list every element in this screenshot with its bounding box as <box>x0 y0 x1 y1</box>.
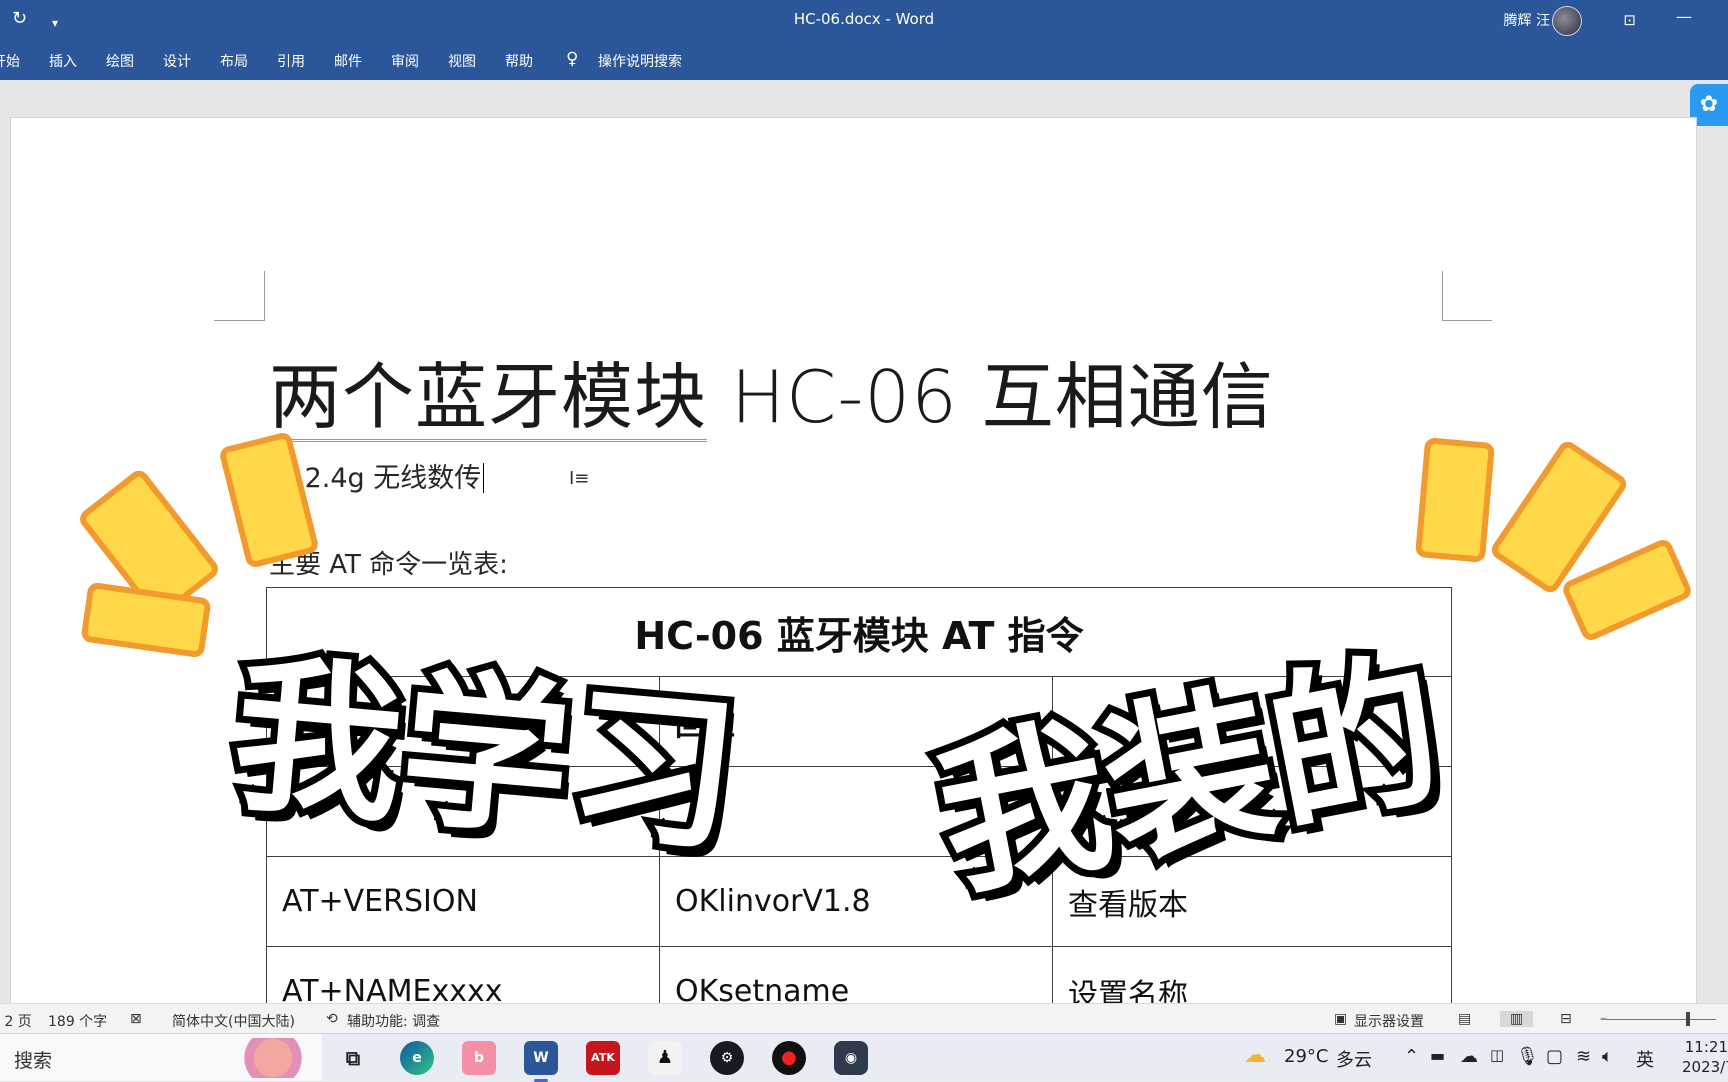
qq-icon[interactable]: ♟ <box>648 1041 682 1075</box>
table-cell[interactable] <box>266 766 660 857</box>
atk-xcom-icon[interactable]: ATK <box>586 1041 620 1075</box>
taskbar: 搜索 ⧉ e b W ATK ♟ ⚙ ● ◉ ☁ 29°C 多云 ⌃ ▬ ☁ ◫… <box>0 1033 1728 1082</box>
tab-draw[interactable]: 绘图 <box>106 51 134 71</box>
weather-cloud-icon[interactable]: ☁ <box>1244 1043 1266 1068</box>
tab-mailings[interactable]: 邮件 <box>334 51 362 71</box>
title-bar: ↻ ▾ HC-06.docx - Word 腾辉 汪 ⊡ — <box>0 0 1728 40</box>
avatar[interactable] <box>1552 6 1582 36</box>
table-intro[interactable]: 主要 AT 命令一览表: <box>269 544 508 581</box>
recorder-icon[interactable]: ● <box>772 1041 806 1075</box>
table-cell[interactable]: 回应 <box>659 676 1053 767</box>
accessibility-status[interactable]: 辅助功能: 调查 <box>347 1011 440 1031</box>
table-cell[interactable]: OKlinvorV1.8 <box>659 856 1053 947</box>
ribbon-display-icon[interactable]: ⊡ <box>1623 9 1636 31</box>
heading-underlined-part: 两个蓝牙模块 <box>269 355 708 442</box>
table-row: AT+VERSION OKlinvorV1.8 查看版本 <box>266 856 1452 947</box>
crop-mark <box>214 320 264 321</box>
wifi-icon[interactable]: ≋ <box>1576 1046 1591 1067</box>
crop-mark <box>264 271 265 321</box>
device-icon[interactable]: ◫ <box>1490 1046 1504 1064</box>
weather-description[interactable]: 多云 <box>1336 1046 1372 1072</box>
accessibility-icon: ⟲ <box>326 1011 338 1027</box>
language-indicator[interactable]: 简体中文(中国大陆) <box>172 1011 295 1031</box>
tab-view[interactable]: 视图 <box>448 51 476 71</box>
crop-mark <box>1442 271 1443 321</box>
tray-chevron-up-icon[interactable]: ⌃ <box>1404 1046 1419 1067</box>
edge-browser-icon[interactable]: e <box>400 1041 434 1075</box>
table-cell[interactable] <box>266 676 660 767</box>
tab-insert[interactable]: 插入 <box>49 51 77 71</box>
clock-time: 11:21 <box>1684 1038 1728 1056</box>
microphone-icon[interactable]: 🎙︎ <box>1516 1046 1539 1067</box>
tab-home[interactable]: 开始 <box>0 51 20 71</box>
text-caret <box>483 463 485 493</box>
zoom-slider-thumb[interactable] <box>1686 1012 1690 1026</box>
table-cell[interactable] <box>1052 676 1452 767</box>
document-subtitle[interactable]: 替 2.4g 无线数传 <box>269 456 485 495</box>
word-count[interactable]: 189 个字 <box>48 1011 107 1031</box>
table-cell[interactable]: AT+VERSION <box>266 856 660 947</box>
zoom-slider[interactable] <box>1606 1019 1716 1020</box>
onedrive-icon[interactable]: ☁ <box>1460 1046 1478 1067</box>
tab-references[interactable]: 引用 <box>277 51 305 71</box>
print-layout-icon[interactable]: ▥ <box>1500 1011 1534 1027</box>
clock-date: 2023/7 <box>1682 1058 1728 1076</box>
lightbulb-icon[interactable]: ♀ <box>566 49 578 69</box>
document-heading[interactable]: 两个蓝牙模块 HC-06 互相通信 <box>269 338 1274 443</box>
task-view-icon[interactable]: ⧉ <box>336 1041 370 1075</box>
table-row <box>266 766 1452 857</box>
bilibili-icon[interactable]: b <box>462 1041 496 1075</box>
minimize-icon[interactable]: — <box>1676 6 1692 28</box>
volume-icon[interactable]: 🔈︎ <box>1602 1046 1613 1067</box>
word-app-icon[interactable]: W <box>524 1041 558 1082</box>
webcam-icon[interactable]: ◉ <box>834 1041 868 1075</box>
table-cell[interactable]: 查看版本 <box>1052 856 1452 947</box>
web-layout-icon[interactable]: ⊟ <box>1560 1011 1572 1027</box>
status-bar: 第 2 页 189 个字 ⊠ 简体中文(中国大陆) ⟲ 辅助功能: 调查 ▣ 显… <box>0 1003 1728 1034</box>
tab-help[interactable]: 帮助 <box>505 51 533 71</box>
at-command-table[interactable]: HC-06 蓝牙模块 AT 指令 回应 AT+VERSION OKlinvorV… <box>266 587 1452 1017</box>
ime-indicator[interactable]: 英 <box>1636 1046 1654 1072</box>
table-cell[interactable] <box>659 766 1053 857</box>
display-settings[interactable]: 显示器设置 <box>1354 1011 1424 1031</box>
ibeam-cursor-icon: I≡ <box>569 468 590 489</box>
crop-mark <box>1442 320 1492 321</box>
search-input[interactable]: 搜索 <box>14 1046 52 1073</box>
weather-temperature[interactable]: 29°C <box>1284 1046 1328 1067</box>
tab-review[interactable]: 审阅 <box>391 51 419 71</box>
brain-decoration-icon <box>230 1038 316 1078</box>
user-name[interactable]: 腾辉 汪 <box>1504 10 1550 30</box>
page-indicator[interactable]: 第 2 页 <box>0 1011 32 1031</box>
tell-me-search[interactable]: 操作说明搜索 <box>598 51 682 71</box>
steam-icon[interactable]: ⚙ <box>710 1041 744 1075</box>
heading-rest: HC-06 互相通信 <box>707 355 1274 439</box>
battery-icon[interactable]: ▬ <box>1430 1046 1445 1065</box>
tab-design[interactable]: 设计 <box>163 51 191 71</box>
proofing-icon[interactable]: ⊠ <box>130 1011 142 1027</box>
table-caption[interactable]: HC-06 蓝牙模块 AT 指令 <box>266 587 1452 677</box>
table-cell[interactable] <box>1052 766 1452 857</box>
document-page[interactable]: 两个蓝牙模块 HC-06 互相通信 替 2.4g 无线数传 I≡ 主要 AT 命… <box>10 117 1697 1017</box>
ribbon-tabs: 开始 插入 绘图 设计 布局 引用 邮件 审阅 视图 帮助 ♀ 操作说明搜索 <box>0 40 1728 80</box>
display-settings-icon: ▣ <box>1334 1011 1348 1027</box>
meet-icon[interactable]: ▢ <box>1546 1046 1563 1067</box>
system-clock[interactable]: 11:21 2023/7 <box>1682 1037 1728 1077</box>
tab-layout[interactable]: 布局 <box>220 51 248 71</box>
subtitle-text: 2.4g 无线数传 <box>296 463 482 494</box>
document-title: HC-06.docx - Word <box>793 10 935 28</box>
taskbar-search[interactable]: 搜索 <box>0 1034 322 1081</box>
read-mode-icon[interactable]: ▤ <box>1458 1011 1471 1027</box>
table-header-row: 回应 <box>266 676 1452 767</box>
subtitle-prefix: 替 <box>269 463 296 494</box>
